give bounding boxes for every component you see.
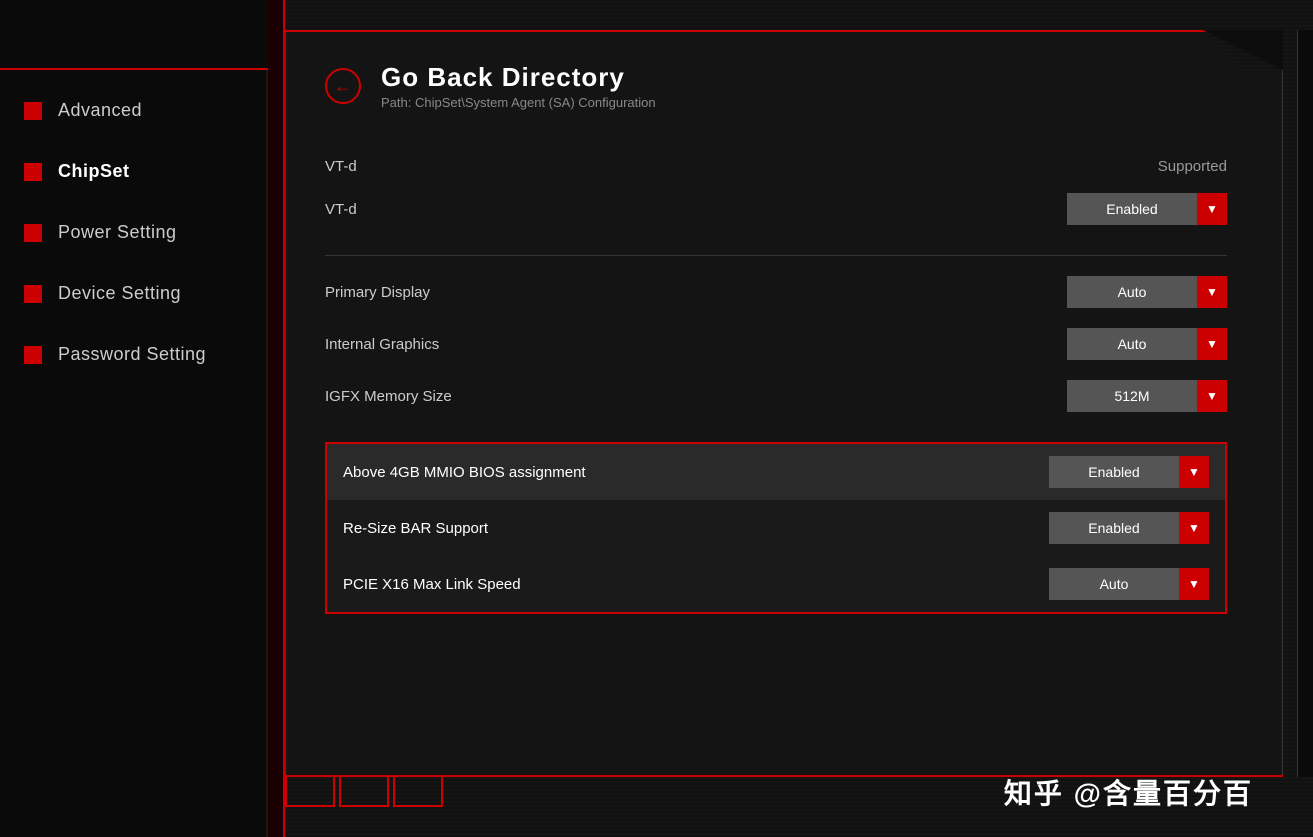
sidebar-top-deco bbox=[0, 0, 268, 70]
above-4gb-label: Above 4GB MMIO BIOS assignment bbox=[343, 464, 586, 481]
sidebar-item-device-setting[interactable]: Device Setting bbox=[0, 263, 266, 324]
sidebar-label-power: Power Setting bbox=[58, 222, 177, 243]
pcie-value: Auto bbox=[1049, 576, 1179, 592]
vt-section: VT-d Supported VT-d Enabled ▼ bbox=[325, 150, 1227, 235]
sidebar-indicator-power bbox=[24, 224, 42, 242]
sidebar-label-device: Device Setting bbox=[58, 283, 181, 304]
internal-graphics-label: Internal Graphics bbox=[325, 336, 439, 353]
internal-graphics-row: Internal Graphics Auto ▼ bbox=[325, 318, 1227, 370]
primary-display-label: Primary Display bbox=[325, 284, 430, 301]
igfx-memory-row: IGFX Memory Size 512M ▼ bbox=[325, 370, 1227, 422]
resize-bar-row: Re-Size BAR Support Enabled ▼ bbox=[327, 500, 1225, 556]
resize-bar-dropdown[interactable]: Enabled ▼ bbox=[1049, 512, 1209, 544]
go-back-text: Go Back Directory Path: ChipSet\System A… bbox=[381, 62, 656, 110]
go-back-title: Go Back Directory bbox=[381, 62, 656, 93]
sidebar-label-password: Password Setting bbox=[58, 344, 206, 365]
resize-bar-arrow: ▼ bbox=[1179, 512, 1209, 544]
sidebar-item-power-setting[interactable]: Power Setting bbox=[0, 202, 266, 263]
zag-3 bbox=[393, 777, 443, 807]
footer-zigzag bbox=[285, 777, 443, 807]
sidebar-item-chipset[interactable]: ChipSet bbox=[0, 141, 266, 202]
resize-bar-value: Enabled bbox=[1049, 520, 1179, 536]
right-scrollbar[interactable] bbox=[1297, 30, 1313, 777]
display-section: Primary Display Auto ▼ Internal Graphics… bbox=[325, 266, 1227, 422]
resize-bar-label: Re-Size BAR Support bbox=[343, 520, 488, 537]
pcie-dropdown[interactable]: Auto ▼ bbox=[1049, 568, 1209, 600]
above-4gb-row: Above 4GB MMIO BIOS assignment Enabled ▼ bbox=[327, 444, 1225, 500]
pcie-label: PCIE X16 Max Link Speed bbox=[343, 576, 521, 593]
sidebar-item-advanced[interactable]: Advanced bbox=[0, 80, 266, 141]
vt-d-info-row: VT-d Supported bbox=[325, 150, 1227, 183]
sidebar-item-password-setting[interactable]: Password Setting bbox=[0, 324, 266, 385]
primary-display-row: Primary Display Auto ▼ bbox=[325, 266, 1227, 318]
content-area: ← Go Back Directory Path: ChipSet\System… bbox=[285, 32, 1267, 775]
internal-graphics-value: Auto bbox=[1067, 336, 1197, 352]
vt-d-arrow: ▼ bbox=[1197, 193, 1227, 225]
above-4gb-arrow: ▼ bbox=[1179, 456, 1209, 488]
vt-d-dropdown[interactable]: Enabled ▼ bbox=[1067, 193, 1227, 225]
sidebar: Advanced ChipSet Power Setting Device Se… bbox=[0, 0, 268, 837]
internal-graphics-arrow: ▼ bbox=[1197, 328, 1227, 360]
divider-1 bbox=[325, 255, 1227, 256]
footer-deco bbox=[285, 777, 443, 807]
left-accent bbox=[268, 0, 285, 837]
sidebar-label-chipset: ChipSet bbox=[58, 161, 130, 182]
igfx-memory-dropdown[interactable]: 512M ▼ bbox=[1067, 380, 1227, 412]
vt-d-info-label: VT-d bbox=[325, 158, 357, 175]
highlighted-section: Above 4GB MMIO BIOS assignment Enabled ▼… bbox=[325, 442, 1227, 614]
back-button[interactable]: ← bbox=[325, 68, 361, 104]
sidebar-indicator-chipset bbox=[24, 163, 42, 181]
go-back-section: ← Go Back Directory Path: ChipSet\System… bbox=[325, 62, 1227, 110]
primary-display-arrow: ▼ bbox=[1197, 276, 1227, 308]
igfx-memory-label: IGFX Memory Size bbox=[325, 388, 452, 405]
above-4gb-dropdown[interactable]: Enabled ▼ bbox=[1049, 456, 1209, 488]
internal-graphics-dropdown[interactable]: Auto ▼ bbox=[1067, 328, 1227, 360]
sidebar-indicator-password bbox=[24, 346, 42, 364]
pcie-arrow: ▼ bbox=[1179, 568, 1209, 600]
watermark: 知乎 @含量百分百 bbox=[1004, 772, 1253, 812]
vt-d-row: VT-d Enabled ▼ bbox=[325, 183, 1227, 235]
sidebar-indicator-advanced bbox=[24, 102, 42, 120]
vt-d-label: VT-d bbox=[325, 201, 357, 218]
primary-display-value: Auto bbox=[1067, 284, 1197, 300]
sidebar-indicator-device bbox=[24, 285, 42, 303]
igfx-memory-arrow: ▼ bbox=[1197, 380, 1227, 412]
pcie-row: PCIE X16 Max Link Speed Auto ▼ bbox=[327, 556, 1225, 612]
go-back-path: Path: ChipSet\System Agent (SA) Configur… bbox=[381, 95, 656, 110]
primary-display-dropdown[interactable]: Auto ▼ bbox=[1067, 276, 1227, 308]
zag-1 bbox=[285, 777, 335, 807]
igfx-memory-value: 512M bbox=[1067, 388, 1197, 404]
above-4gb-value: Enabled bbox=[1049, 464, 1179, 480]
vt-d-value: Enabled bbox=[1067, 201, 1197, 217]
sidebar-label-advanced: Advanced bbox=[58, 100, 142, 121]
zag-2 bbox=[339, 777, 389, 807]
vt-d-info-value: Supported bbox=[1158, 158, 1227, 175]
